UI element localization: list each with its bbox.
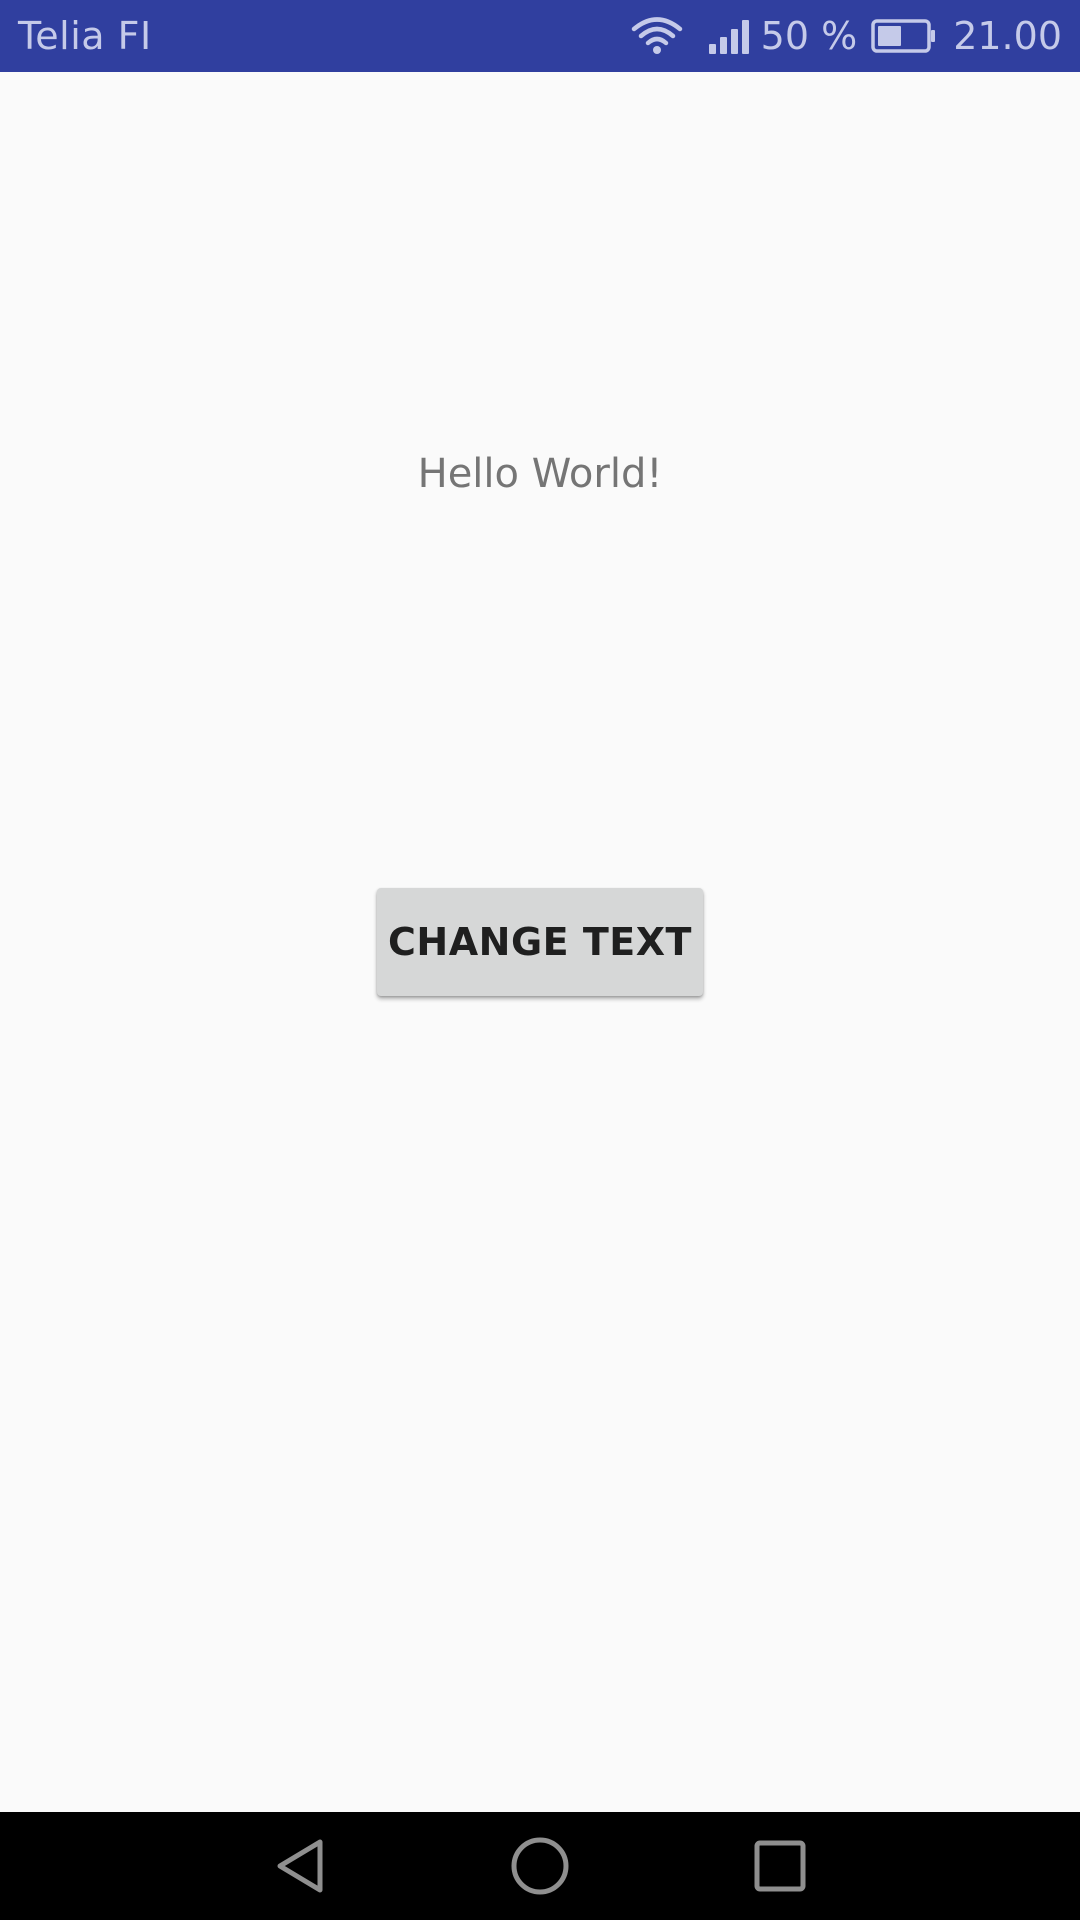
wifi-icon	[631, 17, 682, 54]
recents-button[interactable]	[710, 1812, 850, 1920]
back-button[interactable]	[230, 1812, 370, 1920]
hello-text: Hello World!	[417, 451, 663, 497]
signal-icon	[708, 20, 749, 54]
status-bar: Telia FI 50 % 21.00	[0, 0, 1080, 72]
change-text-button[interactable]: CHANGE TEXT	[377, 888, 703, 996]
carrier-name: Telia FI	[18, 14, 152, 58]
recents-icon	[754, 1840, 806, 1892]
app-screen: Telia FI 50 % 21.00 Hello World! CHANGE …	[0, 0, 1080, 1920]
status-icons: 50 % 21.00	[631, 14, 1062, 58]
navigation-bar	[0, 1812, 1080, 1920]
home-icon	[511, 1837, 569, 1895]
back-icon	[277, 1839, 323, 1893]
battery-icon	[871, 19, 936, 53]
home-button[interactable]	[470, 1812, 610, 1920]
battery-percentage: 50 %	[760, 14, 858, 58]
clock: 21.00	[953, 14, 1062, 58]
